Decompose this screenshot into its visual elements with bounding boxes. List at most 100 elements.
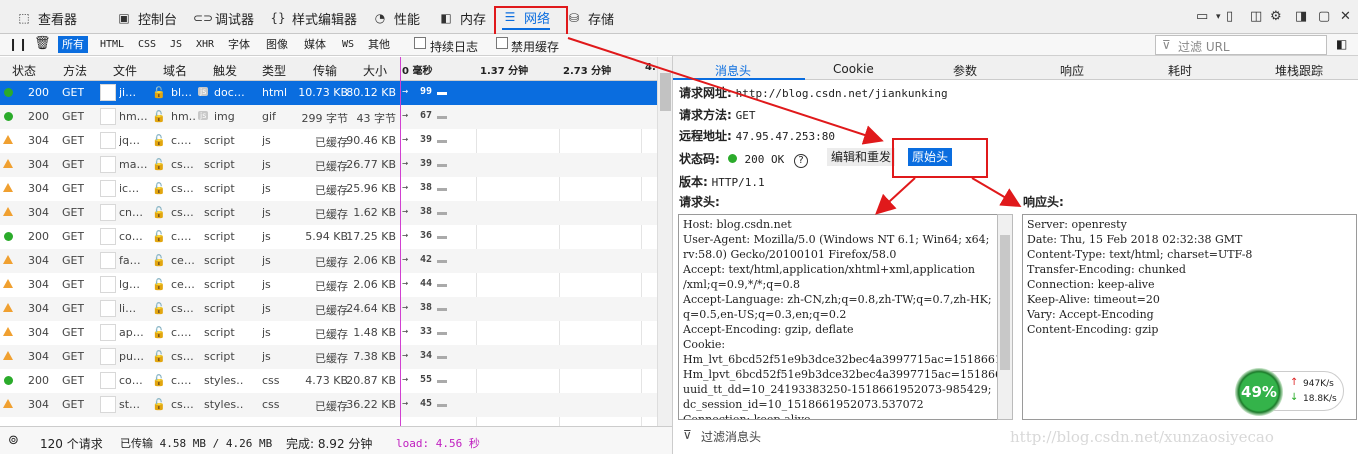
filter-fonts[interactable]: 字体 (224, 36, 254, 53)
screenshot-icon[interactable]: ◫ (1250, 9, 1262, 24)
col-size[interactable]: 大小 (363, 62, 387, 79)
tab-performance[interactable]: ◔ 性能 (372, 6, 420, 30)
url-filter-input[interactable]: ⊽ 过滤 URL (1155, 35, 1327, 55)
cell-size: 7.38 KB (353, 350, 396, 363)
table-row[interactable]: 304 GET fa… 🔓 ce… script js 已缓存 2.06 KB → 42 (0, 249, 657, 273)
request-headers-label: 请求头: (679, 195, 720, 209)
cell-size: 26.77 KB (346, 158, 396, 171)
filter-headers-input[interactable]: ⊽ 过滤消息头 (677, 426, 1007, 446)
cell-type: js (262, 350, 271, 363)
cell-size: 80.12 KB (346, 86, 396, 99)
cause-badge: js (198, 111, 209, 120)
performance-analysis-icon[interactable]: ⊚ (8, 433, 19, 448)
undock-icon[interactable]: ▢ (1318, 9, 1330, 24)
filter-media[interactable]: 媒体 (300, 36, 330, 53)
persist-logs-checkbox[interactable] (414, 37, 426, 49)
cell-size: 90.46 KB (346, 134, 396, 147)
status-cached-icon (3, 159, 13, 168)
scratchpad-icon[interactable]: ▯ (1226, 9, 1233, 24)
filter-js[interactable]: JS (166, 36, 186, 53)
cell-type: js (262, 158, 271, 171)
cell-time: 33 (419, 326, 432, 337)
table-row[interactable]: 304 GET st… 🔓 cs… styles… css 已缓存 36.22 KB → 45 (0, 393, 657, 417)
table-row[interactable]: 200 GET co… 🔓 c.… styles… css 4.73 KB 20.87 KB → 5… (0, 369, 657, 393)
table-row[interactable]: 304 GET pu… 🔓 cs… script js 已缓存 7.38 KB → 34 (0, 345, 657, 369)
col-type[interactable]: 类型 (262, 62, 286, 79)
table-row[interactable]: 304 GET li… 🔓 cs… script js 已缓存 24.64 KB → 38 (0, 297, 657, 321)
table-row[interactable]: 200 GET co… 🔓 c.… script js 5.94 KB 17.25 KB → 36 (0, 225, 657, 249)
timing-start-icon: → (402, 326, 409, 337)
cell-file: co… (119, 230, 143, 243)
request-headers-scrollbar[interactable] (997, 214, 1013, 420)
table-row[interactable]: 200 GET hm… 🔓 hm… js img gif 299 字节 43 字节 → 67 (0, 105, 657, 129)
table-row[interactable]: 200 GET ji… 🔓 bl… js doc… html 10.73 KB 80.12 KB →… (0, 81, 657, 105)
tab-console[interactable]: ▣ 控制台 (116, 6, 177, 30)
toggle-details-icon[interactable]: ◧ (1336, 37, 1347, 51)
table-row[interactable]: 304 GET ma… 🔓 cs… script js 已缓存 26.77 KB → 39 (0, 153, 657, 177)
tab-memory[interactable]: ◧ 内存 (438, 6, 486, 30)
dropdown-icon[interactable]: ▾ (1216, 12, 1221, 22)
table-row[interactable]: 304 GET ap… 🔓 c.… script js 已缓存 1.48 KB → 33 (0, 321, 657, 345)
timing-bar (437, 284, 447, 287)
request-table-scrollbar[interactable] (657, 57, 672, 426)
filter-other[interactable]: 其他 (364, 36, 394, 53)
table-row[interactable]: 304 GET ic… 🔓 cs… script js 已缓存 25.96 KB → 38 (0, 177, 657, 201)
status-code: 200 OK (744, 153, 785, 166)
cell-transferred: 已缓存 (315, 184, 348, 197)
responsive-icon[interactable]: ▭ (1196, 9, 1208, 24)
cell-type: js (262, 278, 271, 291)
timing-start-icon: → (402, 374, 409, 385)
col-status[interactable]: 状态 (12, 62, 36, 79)
col-file[interactable]: 文件 (113, 62, 137, 79)
file-thumbnail-icon (100, 84, 116, 101)
col-method[interactable]: 方法 (63, 62, 87, 79)
timing-bar (437, 164, 447, 167)
col-transferred[interactable]: 传输 (313, 62, 337, 79)
tab-headers[interactable]: 消息头 (715, 62, 751, 79)
trash-icon[interactable]: 🗑 (34, 36, 51, 51)
dock-side-icon[interactable]: ◨ (1295, 9, 1307, 24)
tab-stack-trace[interactable]: 堆栈跟踪 (1275, 62, 1323, 79)
table-row[interactable]: 304 GET jq… 🔓 c.… script js 已缓存 90.46 KB → 39 (0, 129, 657, 153)
timing-start-icon: → (402, 398, 409, 409)
table-row[interactable]: 304 GET lg… 🔓 ce… script js 已缓存 2.06 KB → 44 (0, 273, 657, 297)
help-icon[interactable]: ? (794, 154, 809, 168)
tab-style-editor[interactable]: {} 样式编辑器 (270, 6, 357, 30)
filter-html[interactable]: HTML (96, 36, 128, 53)
file-thumbnail-icon (100, 372, 116, 389)
cell-status: 304 (28, 182, 49, 195)
gear-icon[interactable]: ⚙ (1270, 9, 1282, 24)
filter-css[interactable]: CSS (134, 36, 160, 53)
table-row[interactable]: 304 GET cn… 🔓 cs… script js 已缓存 1.62 KB → 38 (0, 201, 657, 225)
scrollbar-thumb[interactable] (660, 73, 671, 111)
tab-debugger[interactable]: ⊂⊃ 调试器 (193, 6, 254, 30)
scrollbar-thumb[interactable] (1000, 235, 1010, 370)
tab-storage[interactable]: ⛁ 存储 (566, 6, 614, 30)
close-icon[interactable]: ✕ (1340, 9, 1351, 24)
tab-timings[interactable]: 耗时 (1168, 62, 1192, 79)
disable-cache-checkbox[interactable] (496, 37, 508, 49)
cell-file: ic… (119, 182, 140, 195)
filter-all[interactable]: 所有 (58, 36, 88, 53)
request-url: http://blog.csdn.net/jiankunking (735, 87, 948, 100)
tab-response[interactable]: 响应 (1060, 62, 1084, 79)
cell-time: 67 (419, 110, 432, 121)
col-cause[interactable]: 触发 (213, 62, 237, 79)
edit-resend-button[interactable]: 编辑和重发 (827, 148, 896, 166)
pause-icon[interactable]: ❙❙ (8, 37, 28, 51)
tab-params[interactable]: 参数 (953, 62, 977, 79)
insecure-icon: 🔓 (152, 182, 166, 195)
tab-cookies[interactable]: Cookie (833, 62, 874, 76)
col-domain[interactable]: 域名 (163, 62, 187, 79)
tab-inspector[interactable]: ⬚ 查看器 (16, 6, 77, 30)
timing-start-icon: → (402, 278, 409, 289)
cell-method: GET (62, 134, 85, 147)
filter-xhr[interactable]: XHR (192, 36, 218, 53)
cell-method: GET (62, 158, 85, 171)
active-tab-indicator (673, 78, 805, 80)
filter-images[interactable]: 图像 (262, 36, 292, 53)
filter-ws[interactable]: WS (338, 36, 358, 53)
file-thumbnail-icon (100, 396, 116, 413)
insecure-icon: 🔓 (152, 398, 166, 411)
request-headers-textarea[interactable]: Host: blog.csdn.net User-Agent: Mozilla/… (678, 214, 998, 420)
